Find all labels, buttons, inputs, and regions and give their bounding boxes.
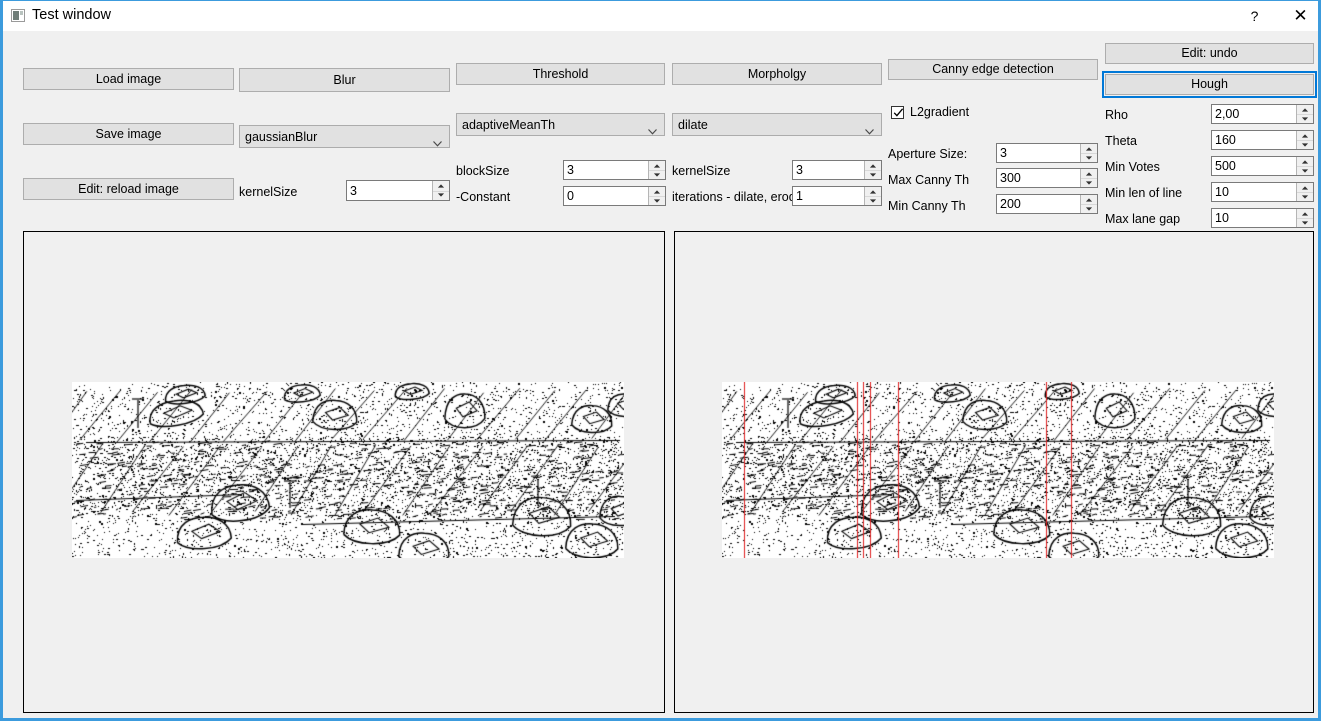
blur-kernel-label: kernelSize [239, 185, 298, 199]
canny-aperture-label: Aperture Size: [888, 147, 968, 161]
spinner-down-icon[interactable] [1081, 204, 1097, 213]
spinner-down-icon[interactable] [1297, 218, 1313, 227]
blur-kernel-stepper[interactable]: 3 [346, 180, 450, 201]
l2gradient-label: L2gradient [910, 105, 970, 119]
l2gradient-checkbox[interactable]: L2gradient [891, 105, 1001, 121]
title-bar: Test window ? ✕ [3, 1, 1318, 31]
threshold-method-select[interactable]: adaptiveMeanTh [456, 113, 665, 136]
threshold-constant-stepper[interactable]: 0 [563, 186, 666, 206]
close-button[interactable]: ✕ [1278, 1, 1318, 30]
spinner-down-icon[interactable] [1081, 178, 1097, 187]
load-image-button[interactable]: Load image [23, 68, 234, 90]
threshold-constant-value: 0 [567, 189, 574, 203]
hough-min-votes-label: Min Votes [1105, 160, 1160, 174]
morphology-iterations-value: 1 [796, 189, 803, 203]
main-window: Test window ? ✕ Load image Save image Ed… [0, 0, 1321, 721]
canny-max-threshold-stepper[interactable]: 300 [996, 168, 1098, 188]
hough-min-votes-value: 500 [1215, 159, 1236, 173]
spinner-down-icon[interactable] [649, 170, 665, 179]
canny-min-threshold-value: 200 [1000, 197, 1021, 211]
canny-min-threshold-label: Min Canny Th [888, 199, 966, 213]
chevron-down-icon [865, 122, 874, 135]
reload-image-button[interactable]: Edit: reload image [23, 178, 234, 200]
spinner-down-icon[interactable] [1297, 114, 1313, 123]
threshold-blocksize-label: blockSize [456, 164, 510, 178]
canny-aperture-value: 3 [1000, 146, 1007, 160]
help-button[interactable]: ? [1232, 1, 1277, 30]
morphology-kernel-label: kernelSize [672, 164, 731, 178]
chevron-down-icon [648, 122, 657, 135]
morphology-kernel-value: 3 [796, 163, 803, 177]
spinner-down-icon[interactable] [433, 191, 449, 201]
hough-max-gap-value: 10 [1215, 211, 1229, 225]
blur-kernel-value: 3 [350, 183, 357, 198]
spinner-down-icon[interactable] [1081, 153, 1097, 162]
spinner-down-icon[interactable] [1297, 140, 1313, 149]
threshold-button[interactable]: Threshold [456, 63, 665, 85]
threshold-blocksize-value: 3 [567, 163, 574, 177]
hough-max-gap-label: Max lane gap [1105, 212, 1181, 226]
hough-min-votes-stepper[interactable]: 500 [1211, 156, 1314, 176]
blur-button[interactable]: Blur [239, 68, 450, 92]
canny-max-threshold-value: 300 [1000, 171, 1021, 185]
hough-max-gap-stepper[interactable]: 10 [1211, 208, 1314, 228]
canny-min-threshold-stepper[interactable]: 200 [996, 194, 1098, 214]
spinner-down-icon[interactable] [865, 196, 881, 205]
hough-min-length-stepper[interactable]: 10 [1211, 182, 1314, 202]
hough-min-length-value: 10 [1215, 185, 1229, 199]
checkmark-icon [892, 106, 905, 124]
hough-rho-stepper[interactable]: 2,00 [1211, 104, 1314, 124]
window-title: Test window [32, 7, 111, 23]
morphology-iterations-stepper[interactable]: 1 [792, 186, 882, 206]
undo-button[interactable]: Edit: undo [1105, 43, 1314, 64]
morphology-method-value: dilate [678, 117, 708, 132]
hough-lines-preview[interactable] [674, 231, 1314, 713]
morphology-method-select[interactable]: dilate [672, 113, 882, 136]
threshold-constant-label: -Constant [456, 190, 511, 204]
threshold-method-value: adaptiveMeanTh [462, 117, 556, 132]
threshold-blocksize-stepper[interactable]: 3 [563, 160, 666, 180]
morphology-button[interactable]: Morpholgy [672, 63, 882, 85]
hough-min-length-label: Min len of line [1105, 186, 1183, 200]
hough-theta-stepper[interactable]: 160 [1211, 130, 1314, 150]
spinner-down-icon[interactable] [649, 196, 665, 205]
morphology-kernel-stepper[interactable]: 3 [792, 160, 882, 180]
save-image-button[interactable]: Save image [23, 123, 234, 145]
canny-max-threshold-label: Max Canny Th [888, 173, 970, 187]
canny-button[interactable]: Canny edge detection [888, 59, 1098, 80]
hough-theta-label: Theta [1105, 134, 1137, 148]
blur-method-value: gaussianBlur [245, 129, 318, 144]
source-edges-preview[interactable] [23, 231, 665, 713]
spinner-down-icon[interactable] [1297, 166, 1313, 175]
hough-rho-label: Rho [1105, 108, 1128, 122]
spinner-down-icon[interactable] [1297, 192, 1313, 201]
spinner-down-icon[interactable] [865, 170, 881, 179]
left-edge-image [72, 382, 624, 558]
right-hough-image [722, 382, 1274, 558]
hough-rho-value: 2,00 [1215, 107, 1240, 121]
blur-method-select[interactable]: gaussianBlur [239, 125, 450, 148]
chevron-down-icon [433, 134, 442, 147]
hough-theta-value: 160 [1215, 133, 1236, 147]
hough-button[interactable]: Hough [1102, 71, 1317, 98]
canny-aperture-stepper[interactable]: 3 [996, 143, 1098, 163]
morphology-iterations-label: iterations - dilate, erode [672, 190, 803, 204]
window-icon [11, 9, 25, 22]
